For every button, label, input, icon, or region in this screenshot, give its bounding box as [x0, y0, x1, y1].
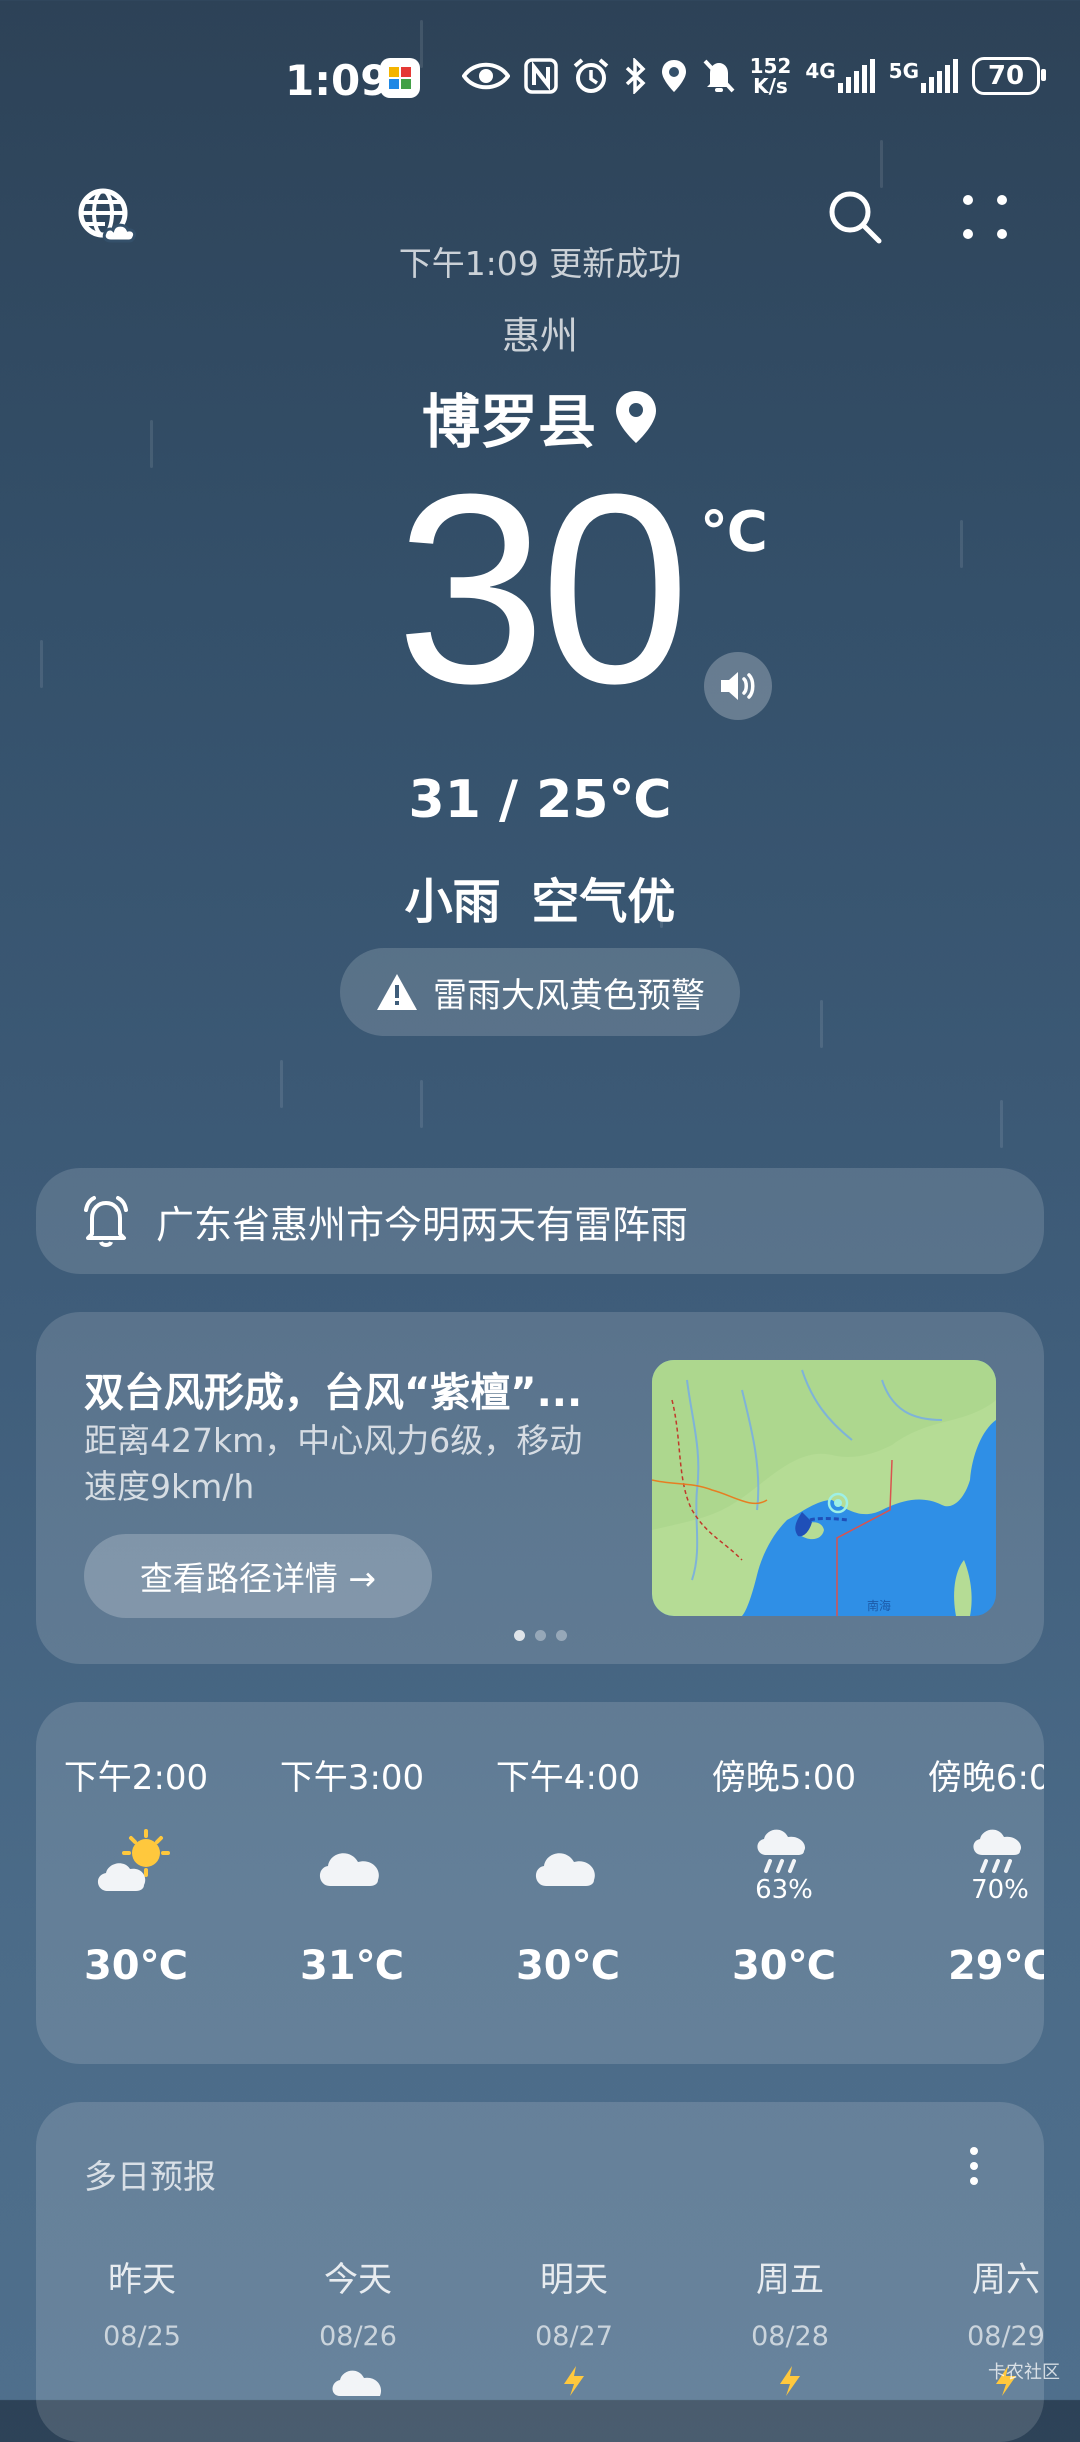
rain-streak — [820, 1000, 823, 1048]
nfc-icon — [523, 58, 558, 94]
hourly-item: 下午4:00 30℃ — [495, 1758, 641, 1989]
daily-item[interactable]: 今天 08/26 — [268, 2252, 448, 2400]
hourly-item: 傍晚6:00 70% 29℃ — [927, 1758, 1044, 1989]
carousel-dots — [36, 1630, 1044, 1641]
typhoon-path-details-button[interactable]: 查看路径详情 → — [84, 1534, 432, 1618]
thunderstorm-icon — [780, 2366, 800, 2396]
rain-streak — [280, 1060, 283, 1108]
daily-item[interactable]: 昨天 08/25 — [52, 2252, 232, 2352]
location-icon — [661, 60, 686, 92]
cloud-icon — [535, 1853, 595, 1886]
warning-text: 雷雨大风黄色预警 — [433, 975, 705, 1016]
daily-more-button[interactable] — [968, 2146, 980, 2190]
rain-streak — [1000, 1100, 1003, 1148]
partly-sunny-icon — [97, 1829, 170, 1891]
typhoon-map[interactable]: 南海 — [652, 1360, 996, 1616]
weather-warning-chip[interactable]: 雷雨大风黄色预警 — [340, 948, 740, 1036]
rain-streak — [880, 140, 883, 188]
rain-icon — [757, 1829, 806, 1873]
weather-notice-card[interactable]: 广东省惠州市今明两天有雷阵雨 — [36, 1168, 1044, 1274]
alarm-icon — [573, 58, 608, 93]
typhoon-description: 距离427km，中心风力6级，移动速度9km/h — [84, 1421, 583, 1506]
daily-item[interactable]: 明天 08/27 — [484, 2252, 664, 2400]
signal-5g: 5G — [889, 59, 958, 93]
hourly-item: 下午3:00 31℃ — [279, 1758, 425, 1989]
hourly-item: 下午2:00 30℃ — [63, 1758, 209, 1989]
notice-text: 广东省惠州市今明两天有雷阵雨 — [156, 1202, 689, 1247]
mute-bell-icon — [703, 59, 735, 93]
status-bar: 1:09 152 K/s 4G 5G 70 — [0, 50, 1080, 110]
voice-broadcast-button[interactable] — [704, 652, 772, 720]
thunderstorm-icon — [564, 2366, 584, 2396]
network-speed: 152 K/s — [749, 54, 792, 98]
watermark: 卡农社区 — [988, 2362, 1060, 2383]
daily-forecast-title: 多日预报 — [84, 2157, 216, 2196]
bluetooth-icon — [625, 58, 646, 94]
cloud-icon — [319, 1853, 379, 1886]
map-sea-label: 南海 — [867, 1598, 891, 1613]
signal-4g: 4G — [805, 59, 875, 93]
status-time: 1:09 — [285, 56, 390, 105]
battery-indicator: 70 — [972, 57, 1046, 95]
current-temperature: 30 — [395, 439, 690, 740]
daily-forecast-card[interactable]: 多日预报 昨天 08/25 今天 08/26 明天 08/27 周五 08/28 周六 0… — [36, 2102, 1044, 2442]
hourly-forecast-card[interactable]: 下午2:00 30℃ 下午3:00 31℃ 下午4:00 30℃ 傍晚5:00 … — [36, 1702, 1044, 2064]
vertical-dots-icon — [970, 2147, 978, 2185]
weather-condition: 小雨 空气优 — [404, 874, 676, 930]
more-dots-icon — [963, 195, 1007, 239]
speaker-icon — [721, 672, 755, 700]
temperature-range: 31 / 25℃ — [408, 770, 672, 830]
typhoon-card[interactable]: 双台风形成，台风“紫檀”... 距离427km，中心风力6级，移动速度9km/h… — [36, 1312, 1044, 1664]
hourly-item: 傍晚5:00 63% 30℃ — [711, 1758, 857, 1989]
location-pin-icon — [616, 391, 656, 443]
typhoon-title: 双台风形成，台风“紫檀”... — [84, 1370, 583, 1416]
city-name: 惠州 — [501, 314, 578, 358]
eye-icon — [461, 62, 510, 90]
warning-triangle-icon — [377, 974, 417, 1010]
temperature-unit: ℃ — [700, 500, 768, 565]
rain-icon — [973, 1829, 1022, 1873]
daily-item[interactable]: 周五 08/28 — [700, 2252, 880, 2400]
app-notification-icon — [380, 58, 420, 98]
cloud-icon — [332, 2370, 382, 2396]
bell-icon — [84, 1196, 128, 1247]
rain-streak — [420, 1080, 423, 1128]
update-status: 下午1:09 更新成功 — [398, 244, 682, 283]
